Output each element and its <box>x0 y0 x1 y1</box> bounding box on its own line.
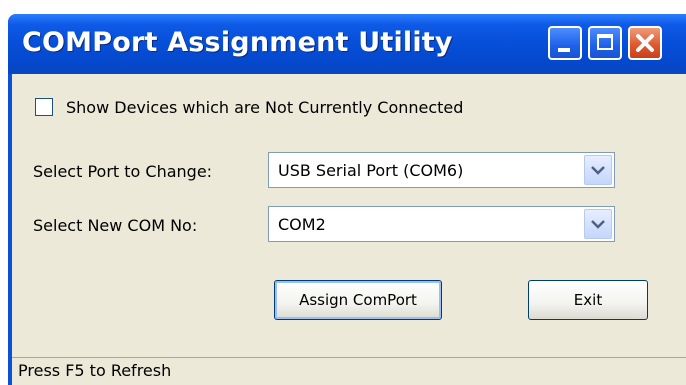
com-select-value: COM2 <box>278 215 326 234</box>
maximize-button[interactable] <box>588 26 622 60</box>
com-select[interactable]: COM2 <box>268 206 615 242</box>
show-disconnected-checkbox[interactable] <box>35 98 53 116</box>
assign-comport-button[interactable]: Assign ComPort <box>274 280 442 320</box>
window-title: COMPort Assignment Utility <box>22 27 453 58</box>
port-select-label: Select Port to Change: <box>33 162 213 181</box>
chevron-down-icon <box>591 166 605 175</box>
chevron-down-icon <box>591 220 605 229</box>
maximize-icon <box>597 34 613 50</box>
port-select[interactable]: USB Serial Port (COM6) <box>268 152 615 188</box>
show-disconnected-label: Show Devices which are Not Currently Con… <box>66 98 464 117</box>
minimize-icon <box>558 48 570 52</box>
title-bar[interactable]: COMPort Assignment Utility <box>8 14 686 74</box>
close-icon <box>636 34 654 52</box>
exit-button[interactable]: Exit <box>528 280 648 320</box>
minimize-button[interactable] <box>548 26 582 60</box>
port-select-value: USB Serial Port (COM6) <box>278 161 464 180</box>
port-select-dropdown-button[interactable] <box>584 155 612 185</box>
app-window: COMPort Assignment Utility Show Devices … <box>8 14 686 385</box>
close-button[interactable] <box>628 26 662 60</box>
status-bar: Press F5 to Refresh <box>12 357 686 385</box>
com-select-label: Select New COM No: <box>33 216 198 235</box>
status-text: Press F5 to Refresh <box>18 361 172 380</box>
com-select-dropdown-button[interactable] <box>584 209 612 239</box>
client-area: Show Devices which are Not Currently Con… <box>12 74 686 385</box>
